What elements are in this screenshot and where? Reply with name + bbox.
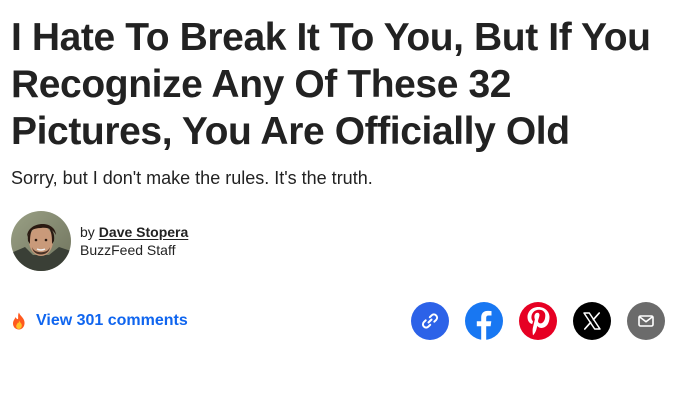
byline: by Dave Stopera BuzzFeed Staff xyxy=(11,211,188,271)
article-headline: I Hate To Break It To You, But If You Re… xyxy=(11,16,651,153)
author-avatar[interactable] xyxy=(11,211,71,271)
facebook-share-button[interactable] xyxy=(465,302,503,340)
pinterest-share-button[interactable] xyxy=(519,302,557,340)
link-icon xyxy=(421,312,439,330)
share-bar xyxy=(411,301,665,341)
comments-label: View 301 comments xyxy=(36,312,188,329)
byline-author-line: by Dave Stopera xyxy=(80,223,188,241)
fire-icon xyxy=(11,312,27,330)
facebook-icon xyxy=(465,302,503,340)
x-share-button[interactable] xyxy=(573,302,611,340)
pinterest-icon xyxy=(525,306,551,336)
article-header: I Hate To Break It To You, But If You Re… xyxy=(0,0,675,400)
author-name-link[interactable]: Dave Stopera xyxy=(99,224,188,240)
author-role: BuzzFeed Staff xyxy=(80,242,176,258)
article-subhead: Sorry, but I don't make the rules. It's … xyxy=(11,168,373,188)
envelope-icon xyxy=(638,315,654,327)
byline-prefix: by xyxy=(80,224,95,240)
copy-link-button[interactable] xyxy=(411,302,449,340)
view-comments-link[interactable]: View 301 comments xyxy=(11,309,188,333)
email-share-button[interactable] xyxy=(627,302,665,340)
byline-text: by Dave Stopera BuzzFeed Staff xyxy=(80,211,188,271)
x-icon xyxy=(582,311,602,331)
